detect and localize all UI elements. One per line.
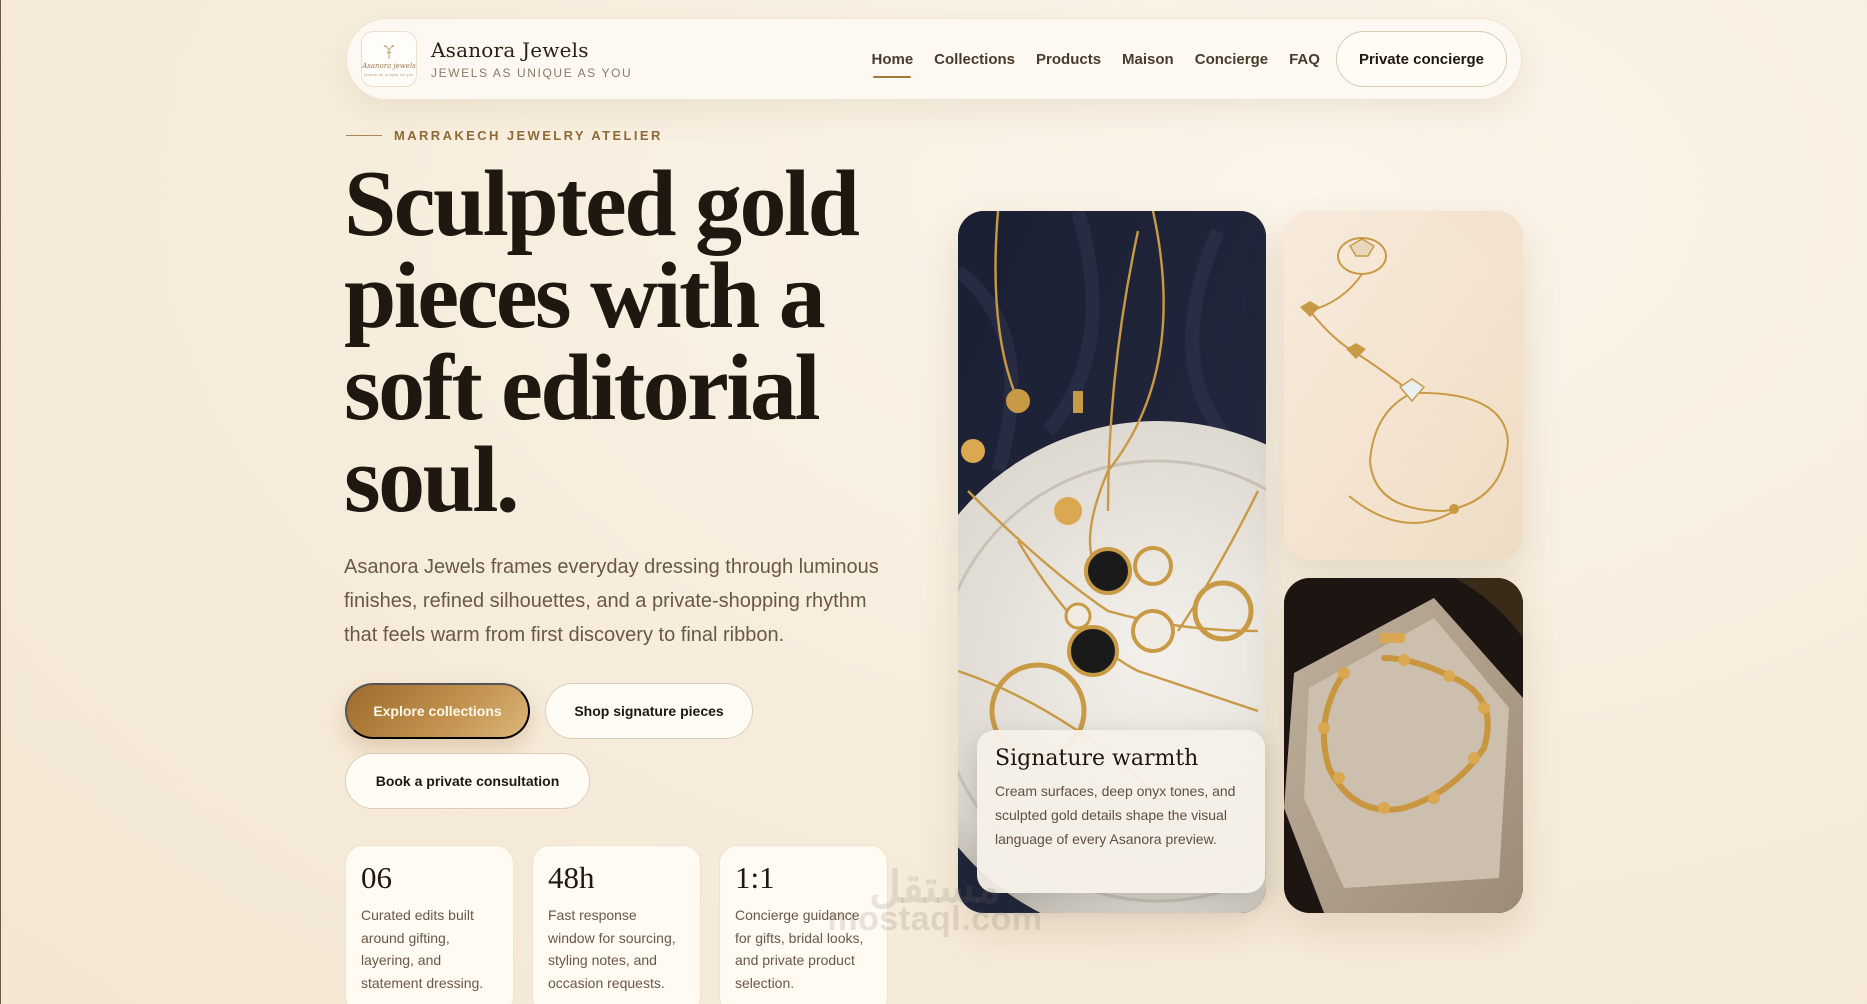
bracelet-photo-illustration — [1284, 211, 1523, 560]
top-navigation: Asanora jewels jewels as unique as you A… — [346, 18, 1522, 100]
book-consultation-button[interactable]: Book a private consultation — [345, 753, 590, 809]
private-concierge-button[interactable]: Private concierge — [1335, 31, 1507, 87]
brand-block: Asanora Jewels JEWELS AS UNIQUE AS YOU — [431, 38, 632, 80]
stat-value: 48h — [548, 860, 595, 895]
watermark-latin: mostaql.com — [827, 900, 1043, 938]
deer-logo-icon — [383, 44, 395, 59]
brand-name: Asanora Jewels — [431, 38, 589, 62]
stat-text: Curated edits built around gifting, laye… — [361, 907, 484, 991]
hero-headline: Sculpted gold pieces with a soft editori… — [344, 152, 860, 532]
brand-logo[interactable]: Asanora jewels jewels as unique as you — [361, 31, 417, 87]
nav-link-faq[interactable]: FAQ — [1289, 51, 1320, 68]
stat-value: 06 — [361, 860, 392, 895]
stat-card-edits: 06 Curated edits built around gifting, l… — [345, 845, 514, 1004]
caption-title: Signature warmth — [995, 746, 1199, 771]
explore-collections-button[interactable]: Explore collections — [345, 683, 530, 739]
logo-script: Asanora jewels — [362, 61, 416, 70]
logo-tagline: jewels as unique as you — [364, 71, 414, 77]
nav-link-home[interactable]: Home — [871, 51, 913, 78]
eyebrow-divider — [346, 135, 382, 136]
nav-link-products[interactable]: Products — [1036, 51, 1101, 68]
nav-link-maison[interactable]: Maison — [1122, 51, 1174, 68]
eyebrow-text: MARRAKECH JEWELRY ATELIER — [394, 128, 663, 143]
butterfly-hand-chain-image — [1284, 211, 1523, 560]
hero-lede: Asanora Jewels frames everyday dressing … — [344, 556, 879, 646]
gold-link-bracelet-image — [1284, 578, 1523, 913]
stat-text: Fast response window for sourcing, styli… — [548, 907, 676, 991]
nav-links: Home Collections Products Maison Concier… — [871, 51, 1320, 78]
window-edge — [0, 0, 1, 1004]
stat-card-response: 48h Fast response window for sourcing, s… — [532, 845, 701, 1004]
shop-signature-button[interactable]: Shop signature pieces — [545, 683, 753, 739]
brand-tagline: JEWELS AS UNIQUE AS YOU — [431, 66, 633, 80]
hero-eyebrow: MARRAKECH JEWELRY ATELIER — [346, 128, 663, 143]
caption-text: Cream surfaces, deep onyx tones, and scu… — [995, 783, 1236, 847]
nav-link-collections[interactable]: Collections — [934, 51, 1015, 68]
nav-link-concierge[interactable]: Concierge — [1195, 51, 1268, 68]
gift-box-photo-illustration — [1284, 578, 1523, 913]
